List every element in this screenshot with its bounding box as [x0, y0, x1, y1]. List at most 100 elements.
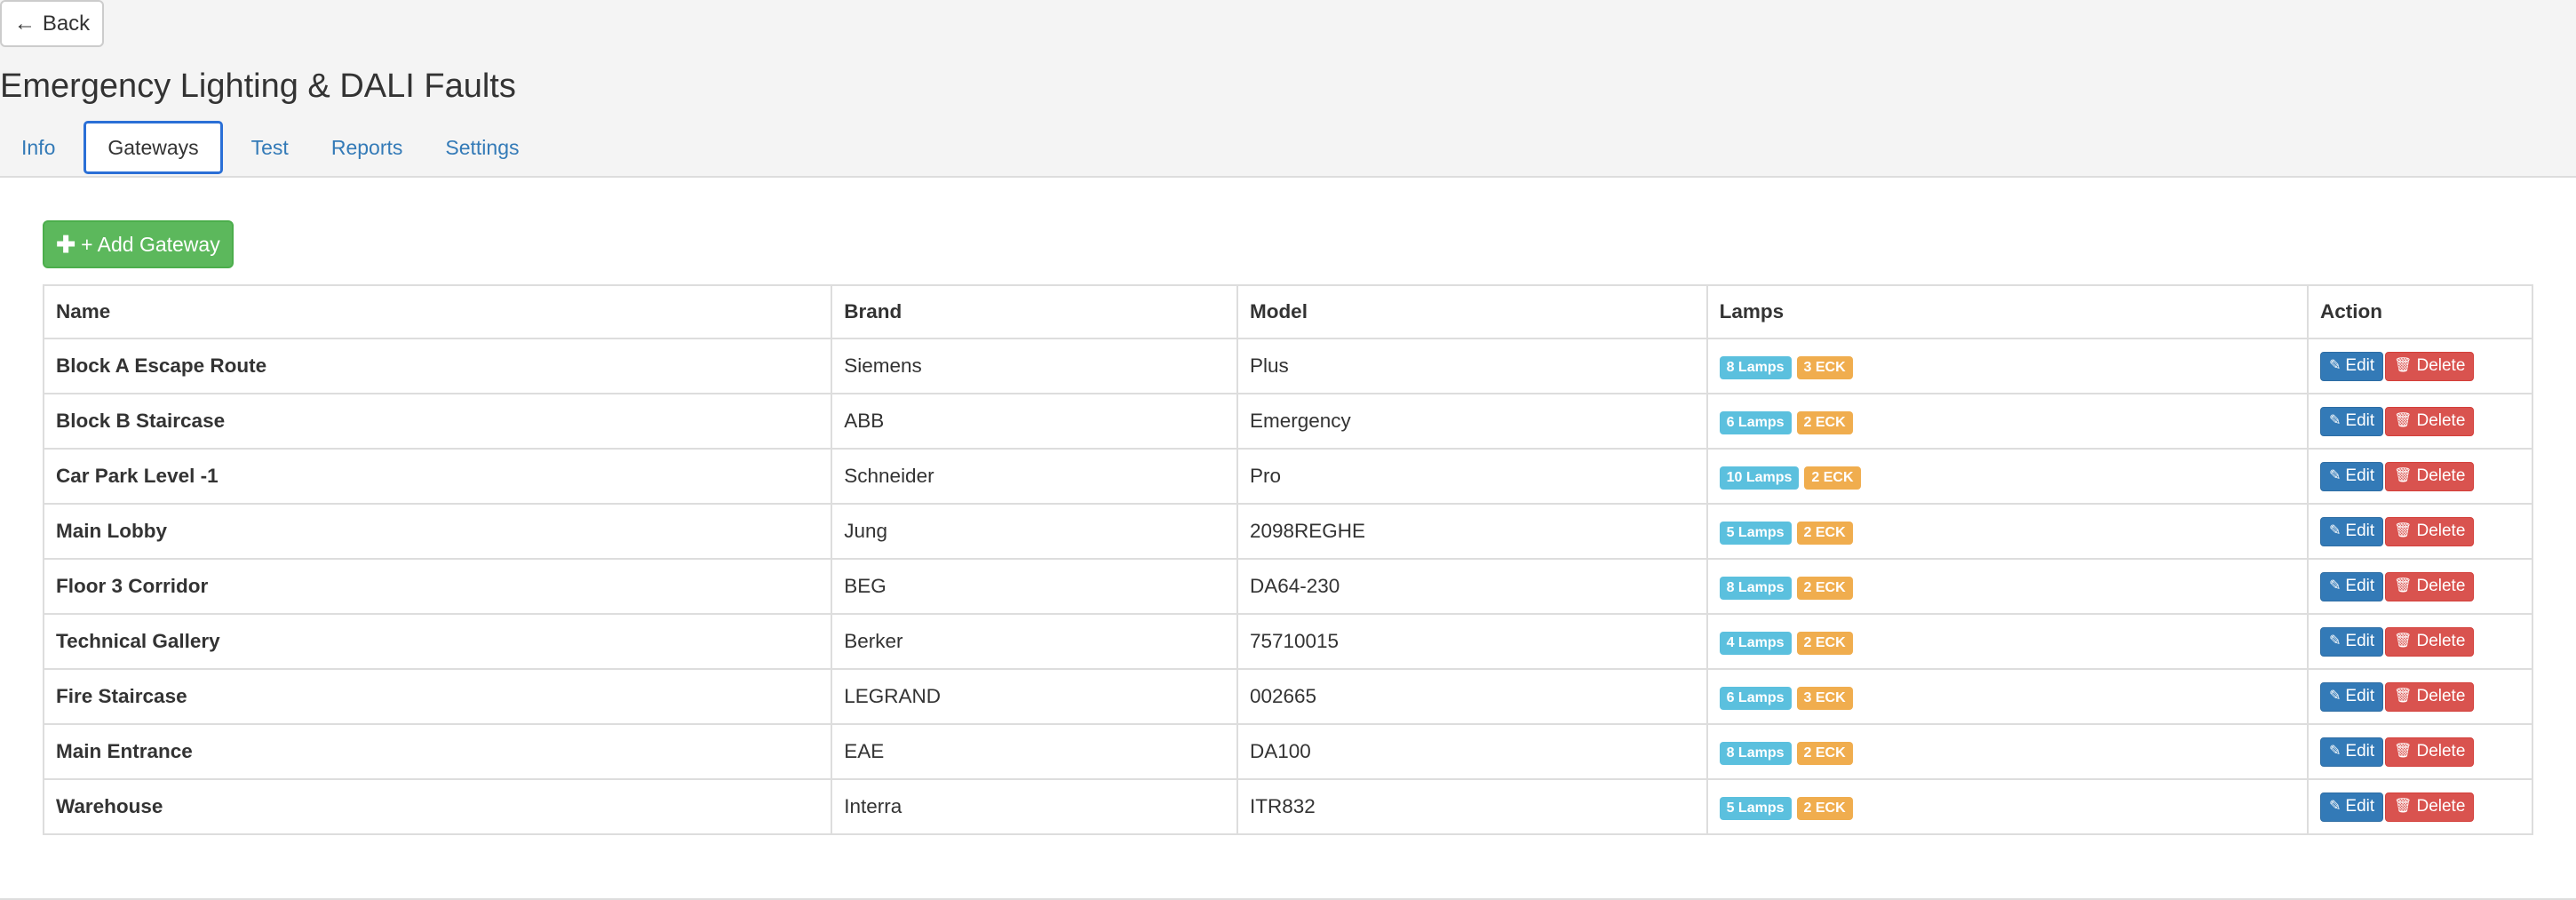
delete-label: Delete: [2416, 356, 2466, 375]
edit-label: Edit: [2345, 632, 2375, 650]
tab-info[interactable]: Info: [0, 121, 76, 174]
delete-label: Delete: [2416, 577, 2466, 595]
gateway-actions-cell: ✎ Edit 🗑 Delete: [2307, 558, 2533, 615]
lamps-badge: 8 Lamps: [1719, 355, 1792, 379]
tab-test[interactable]: Test: [230, 121, 310, 174]
edit-label: Edit: [2345, 687, 2375, 705]
header-action: Action: [2307, 284, 2533, 339]
delete-button[interactable]: 🗑 Delete: [2385, 792, 2475, 822]
gateway-name: Floor 3 Corridor: [42, 558, 833, 615]
gateway-model: DA100: [1236, 723, 1708, 780]
edit-label: Edit: [2345, 466, 2375, 485]
eck-badge: 3 ECK: [1796, 355, 1853, 379]
edit-button[interactable]: ✎ Edit: [2320, 516, 2384, 546]
table-body: Block A Escape Route Siemens Plus 8 Lamp…: [42, 338, 2533, 835]
gateway-name: Block B Staircase: [42, 393, 833, 450]
table-row: Warehouse Interra ITR832 5 Lamps 2 ECK ✎ …: [42, 778, 2533, 835]
edit-button[interactable]: ✎ Edit: [2320, 406, 2384, 436]
gateway-model: 75710015: [1236, 613, 1708, 670]
gateway-model: ITR832: [1236, 778, 1708, 835]
delete-button[interactable]: 🗑 Delete: [2385, 461, 2475, 491]
page-title: Emergency Lighting & DALI Faults: [0, 68, 516, 105]
gateway-lamps-cell: 5 Lamps 2 ECK: [1705, 778, 2310, 835]
header-lamps: Lamps: [1705, 284, 2310, 339]
gateway-actions-cell: ✎ Edit 🗑 Delete: [2307, 723, 2533, 780]
trash-icon: 🗑: [2394, 413, 2413, 428]
delete-button[interactable]: 🗑 Delete: [2385, 351, 2475, 381]
gateway-name: Main Entrance: [42, 723, 833, 780]
tab-settings[interactable]: Settings: [424, 121, 540, 174]
table-row: Floor 3 Corridor BEG DA64-230 8 Lamps 2 E…: [42, 558, 2533, 615]
delete-button[interactable]: 🗑 Delete: [2385, 681, 2475, 712]
table-row: Fire Staircase LEGRAND 002665 6 Lamps 3 E…: [42, 668, 2533, 725]
tab-bar: Info Gateways Test Reports Settings: [0, 121, 540, 176]
table-row: Car Park Level -1 Schneider Pro 10 Lamps…: [42, 448, 2533, 505]
gateway-model: 002665: [1236, 668, 1708, 725]
eck-badge: 2 ECK: [1804, 466, 1861, 490]
delete-button[interactable]: 🗑 Delete: [2385, 406, 2475, 436]
eck-badge: 2 ECK: [1796, 741, 1853, 765]
add-gateway-label: + Add Gateway: [81, 232, 220, 256]
pencil-icon: ✎: [2329, 689, 2341, 704]
delete-button[interactable]: 🗑 Delete: [2385, 516, 2475, 546]
table-row: Main Lobby Jung 2098REGHE 5 Lamps 2 ECK ✎…: [42, 503, 2533, 560]
lamps-badge: 6 Lamps: [1719, 686, 1792, 710]
edit-button[interactable]: ✎ Edit: [2320, 792, 2384, 822]
edit-label: Edit: [2345, 797, 2375, 816]
back-button[interactable]: ← Back: [0, 0, 104, 47]
edit-button[interactable]: ✎ Edit: [2320, 681, 2384, 712]
eck-badge: 2 ECK: [1796, 796, 1853, 820]
tab-gateways[interactable]: Gateways: [83, 121, 223, 174]
edit-button[interactable]: ✎ Edit: [2320, 626, 2384, 657]
lamps-badge: 5 Lamps: [1719, 521, 1792, 545]
delete-label: Delete: [2416, 687, 2466, 705]
gateway-actions-cell: ✎ Edit 🗑 Delete: [2307, 668, 2533, 725]
edit-label: Edit: [2345, 577, 2375, 595]
pencil-icon: ✎: [2329, 523, 2341, 538]
gateway-name: Warehouse: [42, 778, 833, 835]
lamps-badge: 10 Lamps: [1719, 466, 1800, 490]
edit-button[interactable]: ✎ Edit: [2320, 737, 2384, 767]
gateway-lamps-cell: 8 Lamps 2 ECK: [1705, 723, 2310, 780]
edit-button[interactable]: ✎ Edit: [2320, 571, 2384, 601]
gateway-brand: Siemens: [831, 338, 1238, 394]
gateway-actions-cell: ✎ Edit 🗑 Delete: [2307, 448, 2533, 505]
gateway-name: Main Lobby: [42, 503, 833, 560]
pencil-icon: ✎: [2329, 744, 2341, 759]
lamps-badge: 8 Lamps: [1719, 741, 1792, 765]
eck-badge: 3 ECK: [1796, 686, 1853, 710]
pencil-icon: ✎: [2329, 633, 2341, 649]
lamps-badge: 8 Lamps: [1719, 576, 1792, 600]
add-gateway-button[interactable]: ✚ + Add Gateway: [43, 220, 234, 268]
trash-icon: 🗑: [2394, 468, 2413, 483]
gateway-actions-cell: ✎ Edit 🗑 Delete: [2307, 613, 2533, 670]
edit-label: Edit: [2345, 356, 2375, 375]
back-label: Back: [42, 11, 91, 36]
trash-icon: 🗑: [2394, 358, 2413, 373]
edit-button[interactable]: ✎ Edit: [2320, 351, 2384, 381]
eck-badge: 2 ECK: [1796, 410, 1853, 434]
lamps-badge: 5 Lamps: [1719, 796, 1792, 820]
table-row: Block B Staircase ABB Emergency 6 Lamps 2…: [42, 393, 2533, 450]
delete-button[interactable]: 🗑 Delete: [2385, 571, 2475, 601]
arrow-left-icon: ←: [13, 11, 36, 36]
trash-icon: 🗑: [2394, 689, 2413, 704]
delete-label: Delete: [2416, 797, 2466, 816]
gateway-model: Plus: [1236, 338, 1708, 394]
gateway-brand: ABB: [831, 393, 1238, 450]
pencil-icon: ✎: [2329, 413, 2341, 428]
delete-button[interactable]: 🗑 Delete: [2385, 737, 2475, 767]
gateways-table: Name Brand Model Lamps Action Block A Es…: [42, 284, 2533, 835]
eck-badge: 2 ECK: [1796, 631, 1853, 655]
gateway-lamps-cell: 10 Lamps 2 ECK: [1705, 448, 2310, 505]
tab-reports[interactable]: Reports: [310, 121, 425, 174]
gateway-lamps-cell: 8 Lamps 2 ECK: [1705, 558, 2310, 615]
gateway-actions-cell: ✎ Edit 🗑 Delete: [2307, 503, 2533, 560]
edit-button[interactable]: ✎ Edit: [2320, 461, 2384, 491]
gateway-brand: Jung: [831, 503, 1238, 560]
gateway-brand: BEG: [831, 558, 1238, 615]
lamps-badge: 4 Lamps: [1719, 631, 1792, 655]
delete-button[interactable]: 🗑 Delete: [2385, 626, 2475, 657]
gateways-panel: ✚ + Add Gateway Name Brand Model Lamps A…: [0, 176, 2576, 900]
eck-badge: 2 ECK: [1796, 521, 1853, 545]
